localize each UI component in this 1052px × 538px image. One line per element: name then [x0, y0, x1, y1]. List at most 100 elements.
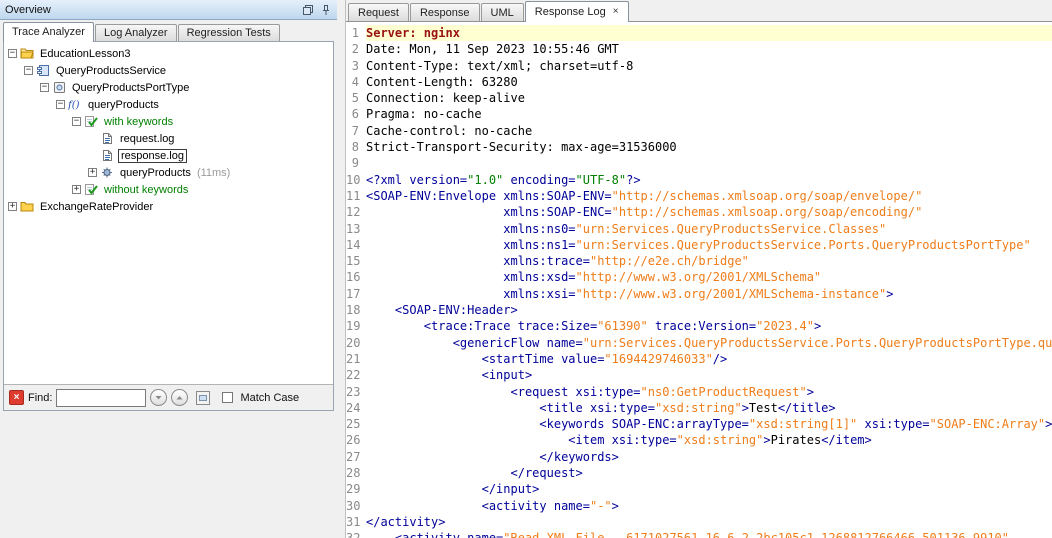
tree-item-label: with keywords — [102, 116, 175, 128]
tree-item-response-log[interactable]: response.log — [4, 147, 333, 164]
tree-item-queryproductsservice[interactable]: − QueryProductsService — [4, 62, 333, 79]
line-text: xmlns:xsi="http://www.w3.org/2001/XMLSch… — [366, 286, 1052, 302]
tree-item-without-keywords[interactable]: + without keywords — [4, 181, 333, 198]
expand-toggle-icon[interactable]: + — [88, 168, 97, 177]
find-close-icon[interactable]: × — [9, 390, 24, 405]
line-number: 6 — [346, 106, 366, 122]
float-window-icon[interactable] — [301, 3, 314, 16]
viewer-tab-request[interactable]: Request — [348, 3, 409, 21]
trace-analyzer-content: −EducationLesson3−QueryProductsService−Q… — [3, 41, 334, 411]
code-line: 28 </request> — [346, 465, 1052, 481]
code-line: 5Connection: keep-alive — [346, 90, 1052, 106]
overview-panel: Overview Trace AnalyzerLog AnalyzerRegre… — [0, 0, 337, 538]
viewer-tab-uml[interactable]: UML — [481, 3, 524, 21]
highlight-matches-icon[interactable] — [196, 391, 210, 405]
overview-tab-trace-analyzer[interactable]: Trace Analyzer — [3, 22, 94, 42]
line-text: <keywords SOAP-ENC:arrayType="xsd:string… — [366, 416, 1052, 432]
tree-item-with-keywords[interactable]: − with keywords — [4, 113, 333, 130]
find-input[interactable] — [56, 389, 146, 407]
panel-splitter[interactable] — [337, 0, 345, 538]
line-text: Date: Mon, 11 Sep 2023 10:55:46 GMT — [366, 41, 1052, 57]
line-number: 31 — [346, 514, 366, 530]
code-line: 12 xmlns:SOAP-ENC="http://schemas.xmlsoa… — [346, 204, 1052, 220]
line-number: 5 — [346, 90, 366, 106]
collapse-toggle-icon[interactable]: − — [24, 66, 33, 75]
line-number: 17 — [346, 286, 366, 302]
tree-item-label: QueryProductsService — [54, 65, 168, 77]
line-text: </input> — [366, 481, 1052, 497]
viewer-tab-response-log[interactable]: Response Log× — [525, 1, 629, 22]
collapse-toggle-icon[interactable]: − — [72, 117, 81, 126]
tree-item-educationlesson3[interactable]: − EducationLesson3 — [4, 45, 333, 62]
overview-tab-regression-tests[interactable]: Regression Tests — [178, 24, 280, 41]
line-text: <activity name="-"> — [366, 498, 1052, 514]
line-text: </keywords> — [366, 449, 1052, 465]
line-number: 26 — [346, 432, 366, 448]
find-previous-icon[interactable] — [171, 389, 188, 406]
tab-label: Request — [358, 7, 399, 19]
line-number: 7 — [346, 123, 366, 139]
line-text: </activity> — [366, 514, 1052, 530]
code-line: 21 <startTime value="1694429746033"/> — [346, 351, 1052, 367]
line-text: <?xml version="1.0" encoding="UTF-8"?> — [366, 172, 1052, 188]
line-number: 10 — [346, 172, 366, 188]
tree-item-exchangerateprovider[interactable]: +ExchangeRateProvider — [4, 198, 333, 215]
line-text: Server: nginx — [366, 25, 1052, 41]
collapse-toggle-icon[interactable]: − — [8, 49, 17, 58]
tree-item-label: request.log — [118, 133, 176, 145]
code-line: 6Pragma: no-cache — [346, 106, 1052, 122]
line-text: Pragma: no-cache — [366, 106, 1052, 122]
code-line: 26 <item xsi:type="xsd:string">Pirates</… — [346, 432, 1052, 448]
testcase-check-icon — [84, 183, 99, 196]
code-line: 16 xmlns:xsd="http://www.w3.org/2001/XML… — [346, 269, 1052, 285]
tree-item-queryproductsporttype[interactable]: − QueryProductsPortType — [4, 79, 333, 96]
code-line: 30 <activity name="-"> — [346, 498, 1052, 514]
log-file-icon — [100, 149, 115, 162]
match-case-checkbox[interactable] — [222, 392, 233, 403]
line-text: </request> — [366, 465, 1052, 481]
viewer-tab-response[interactable]: Response — [410, 3, 480, 21]
service-icon — [36, 64, 51, 77]
tree-item-label: without keywords — [102, 184, 190, 196]
line-text: <input> — [366, 367, 1052, 383]
code-line: 29 </input> — [346, 481, 1052, 497]
code-line: 8Strict-Transport-Security: max-age=3153… — [346, 139, 1052, 155]
tree-item-queryproducts[interactable]: −f()queryProducts — [4, 96, 333, 113]
tree-item-label: QueryProductsPortType — [70, 82, 191, 94]
code-line: 13 xmlns:ns0="urn:Services.QueryProducts… — [346, 221, 1052, 237]
line-text: <genericFlow name="urn:Services.QueryPro… — [366, 335, 1052, 351]
line-number: 22 — [346, 367, 366, 383]
tree-item-label: response.log — [118, 149, 187, 163]
line-number: 21 — [346, 351, 366, 367]
line-number: 14 — [346, 237, 366, 253]
line-number: 28 — [346, 465, 366, 481]
tree-item-queryproducts[interactable]: +queryProducts(11ms) — [4, 164, 333, 181]
line-text: <item xsi:type="xsd:string">Pirates</ite… — [366, 432, 1052, 448]
close-tab-icon[interactable]: × — [613, 7, 619, 17]
operation-icon: f() — [68, 98, 83, 111]
code-line: 24 <title xsi:type="xsd:string">Test</ti… — [346, 400, 1052, 416]
line-number: 18 — [346, 302, 366, 318]
line-text: xmlns:SOAP-ENC="http://schemas.xmlsoap.o… — [366, 204, 1052, 220]
line-text: <startTime value="1694429746033"/> — [366, 351, 1052, 367]
code-line: 32 <activity name="Read_XML_File...61710… — [346, 530, 1052, 538]
collapse-toggle-icon[interactable]: − — [40, 83, 49, 92]
tree-item-request-log[interactable]: request.log — [4, 130, 333, 147]
code-line: 9 — [346, 155, 1052, 171]
tab-label: UML — [491, 7, 514, 19]
viewer-tabbar: Request Response UML Response Log× — [346, 0, 1052, 22]
tree-item-label: EducationLesson3 — [38, 48, 133, 60]
find-next-icon[interactable] — [150, 389, 167, 406]
overview-titlebar: Overview — [0, 0, 337, 20]
tab-label: Response — [420, 7, 470, 19]
trace-tree[interactable]: −EducationLesson3−QueryProductsService−Q… — [4, 42, 333, 384]
response-log-content[interactable]: 1Server: nginx2Date: Mon, 11 Sep 2023 10… — [346, 22, 1052, 538]
pin-window-icon[interactable] — [319, 3, 332, 16]
expand-toggle-icon[interactable]: + — [72, 185, 81, 194]
overview-tab-log-analyzer[interactable]: Log Analyzer — [95, 24, 177, 41]
code-line: 31</activity> — [346, 514, 1052, 530]
find-label: Find: — [28, 392, 52, 404]
expand-toggle-icon[interactable]: + — [8, 202, 17, 211]
collapse-toggle-icon[interactable]: − — [56, 100, 65, 109]
line-number: 11 — [346, 188, 366, 204]
